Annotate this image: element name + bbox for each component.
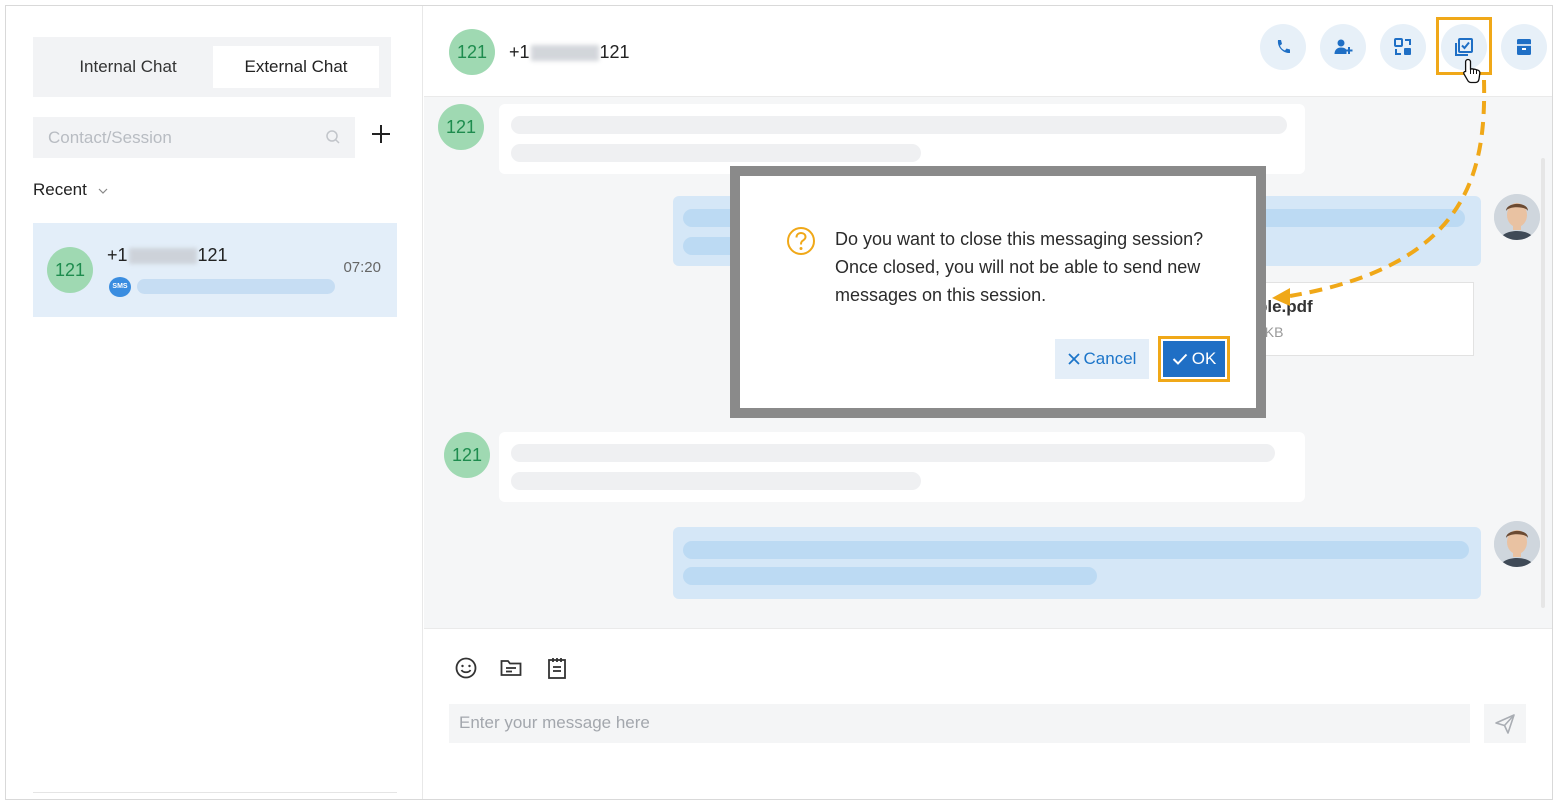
ok-label: OK [1191, 349, 1217, 368]
incoming-message [499, 104, 1305, 174]
search-icon[interactable] [325, 129, 341, 145]
message-line-placeholder [683, 541, 1469, 559]
message-line-placeholder [683, 567, 1097, 585]
sms-icon: SMS [109, 277, 131, 297]
session-time: 07:20 [343, 259, 381, 276]
ok-button[interactable]: OK [1163, 341, 1225, 377]
add-contact-icon [1334, 39, 1353, 54]
message-line-placeholder [511, 116, 1287, 134]
search-placeholder: Contact/Session [48, 128, 172, 147]
header-contact-avatar: 121 [449, 29, 495, 75]
message-composer: Enter your message here [424, 628, 1552, 799]
question-icon [787, 227, 815, 255]
chat-tabs: Internal Chat External Chat [33, 37, 391, 97]
contact-avatar: 121 [47, 247, 93, 293]
archive-icon [1517, 39, 1531, 55]
send-button[interactable] [1484, 704, 1526, 743]
outgoing-message [673, 527, 1481, 599]
message-line-placeholder [511, 444, 1275, 462]
incoming-message [499, 432, 1305, 502]
incoming-avatar: 121 [444, 432, 490, 478]
transfer-icon [1394, 38, 1411, 55]
agent-face-icon [1494, 521, 1540, 567]
annotation-arrow [1272, 79, 1487, 306]
agent-face-icon [1494, 194, 1540, 240]
session-list-item[interactable]: 121 +1 121 SMS 07:20 [33, 223, 397, 317]
check-icon [1172, 353, 1187, 365]
divider [33, 792, 397, 793]
new-session-plus-icon[interactable] [370, 123, 392, 145]
note-icon[interactable] [545, 656, 569, 680]
message-preview-placeholder [137, 279, 335, 294]
session-phone-number: +1 121 [107, 245, 228, 266]
header-phone-number: +1 121 [509, 42, 630, 63]
agent-avatar [1494, 194, 1540, 240]
emoji-icon[interactable] [454, 656, 478, 680]
phone-redacted [530, 45, 599, 62]
mouse-pointer-icon [1463, 58, 1481, 84]
message-line-placeholder [511, 144, 921, 162]
ok-button-highlight: OK [1158, 336, 1230, 382]
message-line-placeholder [511, 472, 921, 490]
confirm-dialog-overlay: Do you want to close this messaging sess… [730, 166, 1266, 418]
recent-filter[interactable]: Recent [33, 180, 108, 200]
tab-internal-chat[interactable]: Internal Chat [43, 46, 213, 88]
sidebar: Internal Chat External Chat Contact/Sess… [6, 6, 423, 799]
folder-icon[interactable] [499, 656, 523, 680]
message-placeholder: Enter your message here [459, 713, 650, 732]
send-icon [1495, 714, 1515, 734]
phone-icon [1277, 40, 1290, 54]
phone-prefix: +1 [509, 42, 530, 62]
phone-suffix: 121 [197, 245, 228, 265]
recent-label: Recent [33, 180, 87, 199]
chevron-down-icon [98, 188, 108, 194]
message-scrollbar[interactable] [1541, 158, 1545, 608]
dialog-message: Do you want to close this messaging sess… [835, 229, 1204, 305]
cancel-button[interactable]: Cancel [1055, 339, 1149, 379]
phone-suffix: 121 [599, 42, 630, 62]
archive-button[interactable] [1501, 24, 1547, 70]
message-input[interactable]: Enter your message here [449, 704, 1470, 743]
incoming-avatar: 121 [438, 104, 484, 150]
phone-redacted [128, 248, 197, 265]
close-icon [1067, 353, 1080, 365]
phone-prefix: +1 [107, 245, 128, 265]
agent-avatar [1494, 521, 1540, 567]
tab-external-chat[interactable]: External Chat [213, 46, 379, 88]
cancel-label: Cancel [1083, 349, 1137, 368]
close-session-confirm-dialog: Do you want to close this messaging sess… [740, 176, 1256, 408]
search-input[interactable]: Contact/Session [33, 117, 355, 158]
